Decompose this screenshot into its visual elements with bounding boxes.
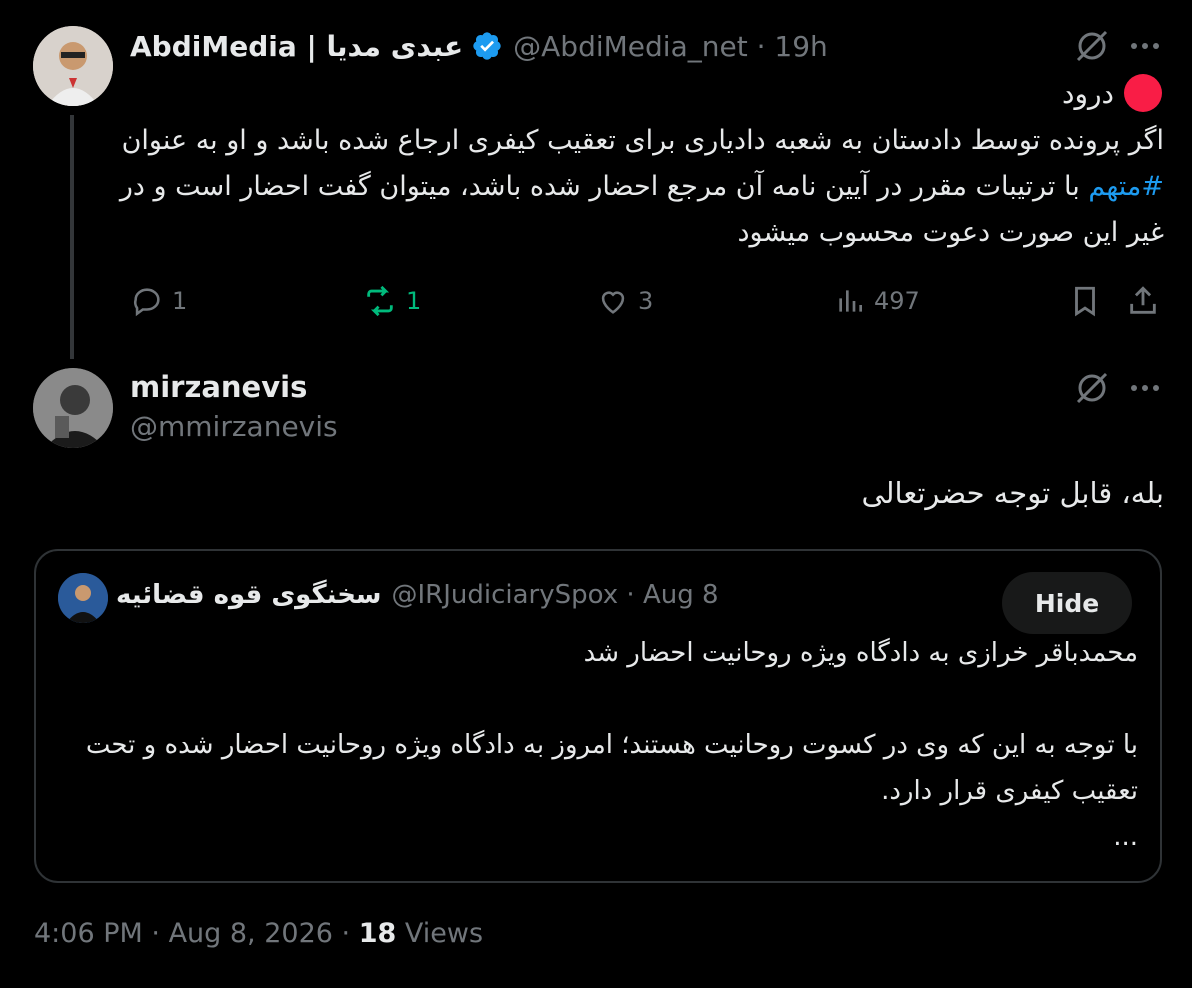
more-icon[interactable] bbox=[1128, 32, 1162, 64]
views-button[interactable]: 497 bbox=[834, 284, 920, 318]
tweet-text: اگر پرونده توسط دادستان به شعبه دادیاری … bbox=[114, 118, 1164, 256]
tweet-text-part: با ترتیبات مقرر در آیین نامه آن مرجع احض… bbox=[119, 171, 1164, 248]
reply-icon bbox=[134, 288, 160, 317]
like-count: 3 bbox=[638, 287, 654, 315]
hashtag-link[interactable]: #متهم bbox=[1088, 171, 1164, 202]
quoted-display-name: سخنگوی قوه قضائیه bbox=[116, 580, 382, 610]
thread-connector bbox=[70, 115, 74, 359]
post-time[interactable]: 4:06 PM bbox=[34, 918, 143, 949]
display-name[interactable]: mirzanevis bbox=[130, 370, 307, 404]
like-icon bbox=[601, 291, 625, 314]
tweet-header: AbdiMedia | عبدی مدیا @AbdiMedia_net · 1… bbox=[130, 28, 828, 64]
share-icon bbox=[1130, 286, 1156, 314]
repost-button[interactable]: 1 bbox=[362, 284, 421, 318]
separator-dot: · bbox=[747, 29, 775, 63]
bookmark-button[interactable] bbox=[1068, 284, 1102, 318]
reply-count: 1 bbox=[172, 287, 188, 315]
avatar[interactable] bbox=[33, 368, 113, 448]
tweet-text: بله، قابل توجه حضرتعالی bbox=[861, 476, 1164, 510]
red-circle-emoji bbox=[1124, 74, 1162, 112]
tweet-text-part: اگر پرونده توسط دادستان به شعبه دادیاری … bbox=[121, 125, 1164, 156]
post-date[interactable]: Aug 8, 2026 bbox=[169, 918, 333, 949]
avatar[interactable] bbox=[33, 26, 113, 106]
more-icon[interactable] bbox=[1128, 374, 1162, 406]
timestamp[interactable]: 19h bbox=[774, 30, 827, 63]
quoted-ellipsis: ... bbox=[1113, 822, 1138, 852]
reply-button[interactable]: 1 bbox=[130, 284, 187, 318]
quoted-date: Aug 8 bbox=[642, 580, 719, 610]
views-count: 18 bbox=[358, 918, 397, 949]
tweet-meta: 4:06 PM · Aug 8, 2026 · 18 Views bbox=[34, 918, 483, 949]
handle[interactable]: @AbdiMedia_net bbox=[513, 30, 748, 63]
handle[interactable]: @mmirzanevis bbox=[130, 410, 338, 443]
share-button[interactable] bbox=[1126, 284, 1160, 318]
tweet-actions: 1 1 3 497 bbox=[130, 284, 1170, 324]
repost-count: 1 bbox=[406, 287, 422, 315]
greeting-text: درود bbox=[1062, 76, 1114, 110]
separator-dot: · bbox=[151, 918, 169, 949]
views-label: Views bbox=[404, 918, 484, 949]
repost-icon bbox=[367, 285, 393, 317]
like-button[interactable]: 3 bbox=[596, 284, 653, 318]
avatar bbox=[58, 573, 108, 623]
analytics-icon bbox=[839, 290, 862, 312]
quoted-handle: @IRJudiciarySpox bbox=[391, 580, 619, 610]
view-count: 497 bbox=[874, 287, 920, 315]
grok-icon[interactable] bbox=[1074, 370, 1110, 410]
grok-icon[interactable] bbox=[1074, 28, 1110, 68]
quoted-tweet-header: سخنگوی قوه قضائیه @IRJudiciarySpox · Aug… bbox=[116, 580, 719, 610]
separator-dot: · bbox=[618, 580, 643, 610]
quoted-line: با توجه به این که وی در کسوت روحانیت هست… bbox=[85, 730, 1138, 806]
verified-badge-icon bbox=[473, 32, 501, 60]
separator-dot: · bbox=[341, 918, 359, 949]
quoted-tweet-text: محمدباقر خرازی به دادگاه ویژه روحانیت اح… bbox=[68, 630, 1138, 860]
hide-button[interactable]: Hide bbox=[1002, 572, 1132, 634]
display-name[interactable]: AbdiMedia | عبدی مدیا bbox=[130, 30, 463, 63]
greeting-line: درود bbox=[1062, 74, 1162, 112]
bookmark-icon bbox=[1075, 286, 1095, 317]
quoted-line: محمدباقر خرازی به دادگاه ویژه روحانیت اح… bbox=[583, 638, 1138, 668]
